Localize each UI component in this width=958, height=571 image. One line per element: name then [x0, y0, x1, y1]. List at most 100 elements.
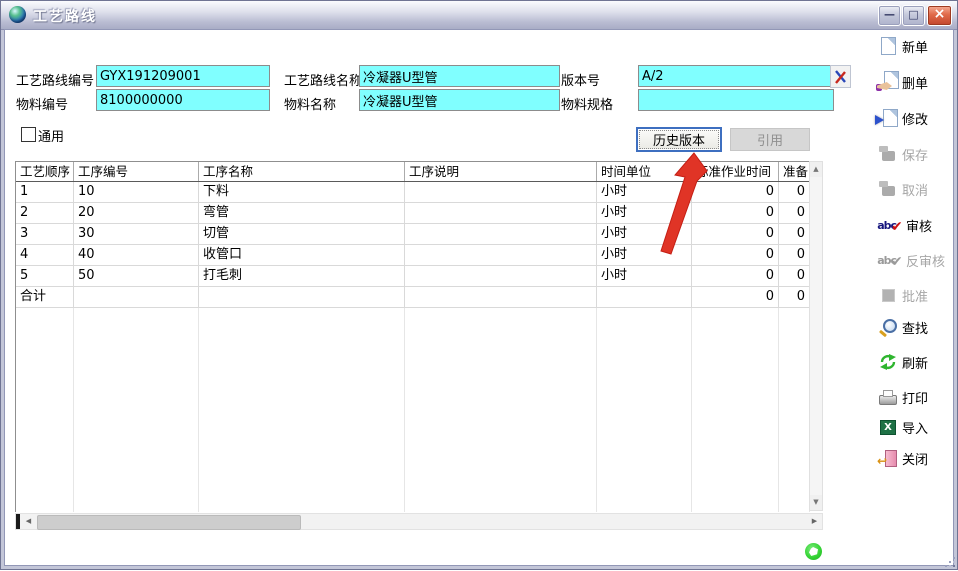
empty-cell: [405, 308, 597, 512]
sidebar-button-import[interactable]: X 导入: [877, 414, 957, 440]
table-cell[interactable]: [405, 182, 597, 202]
sidebar-button-cancel: 取消: [877, 176, 957, 202]
status-ok-icon: [805, 543, 822, 560]
table-cell[interactable]: 0: [779, 266, 810, 286]
common-checkbox-label: 通用: [38, 126, 64, 145]
sidebar-button-close[interactable]: ↩ 关闭: [877, 445, 957, 471]
split-handle[interactable]: [16, 514, 20, 529]
table-cell[interactable]: 小时: [597, 224, 692, 244]
sidebar-button-refresh[interactable]: 刷新: [877, 349, 957, 375]
route-code-input[interactable]: [96, 65, 270, 87]
table-cell[interactable]: [74, 287, 199, 307]
table-cell[interactable]: 小时: [597, 182, 692, 202]
table-cell[interactable]: 小时: [597, 203, 692, 223]
table-cell[interactable]: 0: [779, 182, 810, 202]
version-edit-button[interactable]: [830, 65, 851, 88]
table-cell[interactable]: 0: [779, 224, 810, 244]
table-cell[interactable]: 3: [16, 224, 74, 244]
table-cell[interactable]: [597, 287, 692, 307]
column-header[interactable]: 标准作业时间: [692, 162, 779, 181]
column-header[interactable]: 工序名称: [199, 162, 405, 181]
table-cell[interactable]: 2: [16, 203, 74, 223]
table-cell[interactable]: 小时: [597, 245, 692, 265]
table-cell[interactable]: 0: [779, 287, 810, 307]
table-cell[interactable]: 切管: [199, 224, 405, 244]
table-cell[interactable]: 20: [74, 203, 199, 223]
table-row[interactable]: 220弯管小时00: [16, 203, 810, 224]
table-cell[interactable]: 40: [74, 245, 199, 265]
table-cell[interactable]: 0: [779, 203, 810, 223]
sidebar-button-search[interactable]: 查找: [877, 314, 957, 340]
scroll-left-icon[interactable]: ◀: [21, 514, 36, 529]
table-horizontal-scrollbar[interactable]: ◀ ▶: [15, 513, 823, 530]
table-cell[interactable]: 下料: [199, 182, 405, 202]
table-row[interactable]: 110下料小时00: [16, 182, 810, 203]
table-cell[interactable]: 5: [16, 266, 74, 286]
empty-cell: [74, 308, 199, 512]
sidebar-button-new[interactable]: 新单: [877, 33, 957, 59]
table-cell[interactable]: 小时: [597, 266, 692, 286]
sidebar-button-print[interactable]: 打印: [877, 384, 957, 410]
table-cell[interactable]: 0: [692, 224, 779, 244]
column-header[interactable]: 工艺顺序: [16, 162, 74, 181]
table-cell[interactable]: 4: [16, 245, 74, 265]
table-cell[interactable]: 0: [692, 266, 779, 286]
table-cell[interactable]: [199, 287, 405, 307]
column-header[interactable]: 准备: [779, 162, 810, 181]
table-row[interactable]: 330切管小时00: [16, 224, 810, 245]
column-header[interactable]: 工序编号: [74, 162, 199, 181]
window-title: 工艺路线: [33, 6, 97, 26]
table-cell[interactable]: 收管口: [199, 245, 405, 265]
table-cell[interactable]: [405, 287, 597, 307]
table-vertical-scrollbar[interactable]: ▲ ▼: [809, 161, 823, 511]
table-cell[interactable]: [405, 203, 597, 223]
route-name-input[interactable]: [359, 65, 560, 87]
table-cell[interactable]: 1: [16, 182, 74, 202]
table-cell[interactable]: 0: [692, 245, 779, 265]
empty-cell: [199, 308, 405, 512]
table-cell[interactable]: 0: [692, 182, 779, 202]
search-icon: [877, 316, 899, 338]
process-table[interactable]: 工艺顺序工序编号工序名称工序说明时间单位标准作业时间准备110下料小时00220…: [15, 161, 810, 512]
print-icon: [877, 386, 899, 408]
app-window: 工艺路线 — □ × 工艺路线编号 工艺路线名称 版本号 物料编号 物料名称 物…: [0, 0, 958, 570]
table-cell[interactable]: 合计: [16, 287, 74, 307]
table-row[interactable]: 550打毛刺小时00: [16, 266, 810, 287]
horizontal-scroll-thumb[interactable]: [37, 515, 301, 530]
material-code-input[interactable]: [96, 89, 270, 111]
sidebar-button-delete[interactable]: 删单: [877, 69, 957, 95]
common-checkbox[interactable]: [21, 127, 36, 142]
material-name-input[interactable]: [359, 89, 560, 111]
close-door-icon: ↩: [877, 447, 899, 469]
table-cell[interactable]: [405, 245, 597, 265]
column-header[interactable]: 时间单位: [597, 162, 692, 181]
empty-cell: [779, 308, 810, 512]
table-cell[interactable]: 0: [692, 287, 779, 307]
table-row[interactable]: 440收管口小时00: [16, 245, 810, 266]
scroll-down-icon[interactable]: ▼: [810, 495, 822, 510]
table-cell[interactable]: 弯管: [199, 203, 405, 223]
table-cell[interactable]: 打毛刺: [199, 266, 405, 286]
table-cell[interactable]: 0: [779, 245, 810, 265]
scroll-right-icon[interactable]: ▶: [807, 514, 822, 529]
sidebar-button-audit[interactable]: abc✔ 审核: [877, 212, 957, 238]
table-cell[interactable]: [405, 224, 597, 244]
audit-icon: abc✔: [877, 214, 903, 236]
table-cell[interactable]: [405, 266, 597, 286]
scroll-up-icon[interactable]: ▲: [810, 162, 822, 177]
version-input[interactable]: [638, 65, 834, 87]
table-cell[interactable]: 30: [74, 224, 199, 244]
column-header[interactable]: 工序说明: [405, 162, 597, 181]
history-version-button[interactable]: 历史版本: [636, 127, 722, 152]
empty-cell: [16, 308, 74, 512]
table-cell[interactable]: 10: [74, 182, 199, 202]
table-row[interactable]: 合计 00: [16, 287, 810, 308]
sidebar-button-modify[interactable]: 修改: [877, 105, 957, 131]
table-cell[interactable]: 0: [692, 203, 779, 223]
table-cell[interactable]: 50: [74, 266, 199, 286]
empty-cell: [692, 308, 779, 512]
save-icon: [877, 143, 899, 165]
material-spec-input[interactable]: [638, 89, 834, 111]
reference-button: 引用: [730, 128, 810, 151]
title-bar[interactable]: 工艺路线 — □ ×: [1, 1, 957, 30]
